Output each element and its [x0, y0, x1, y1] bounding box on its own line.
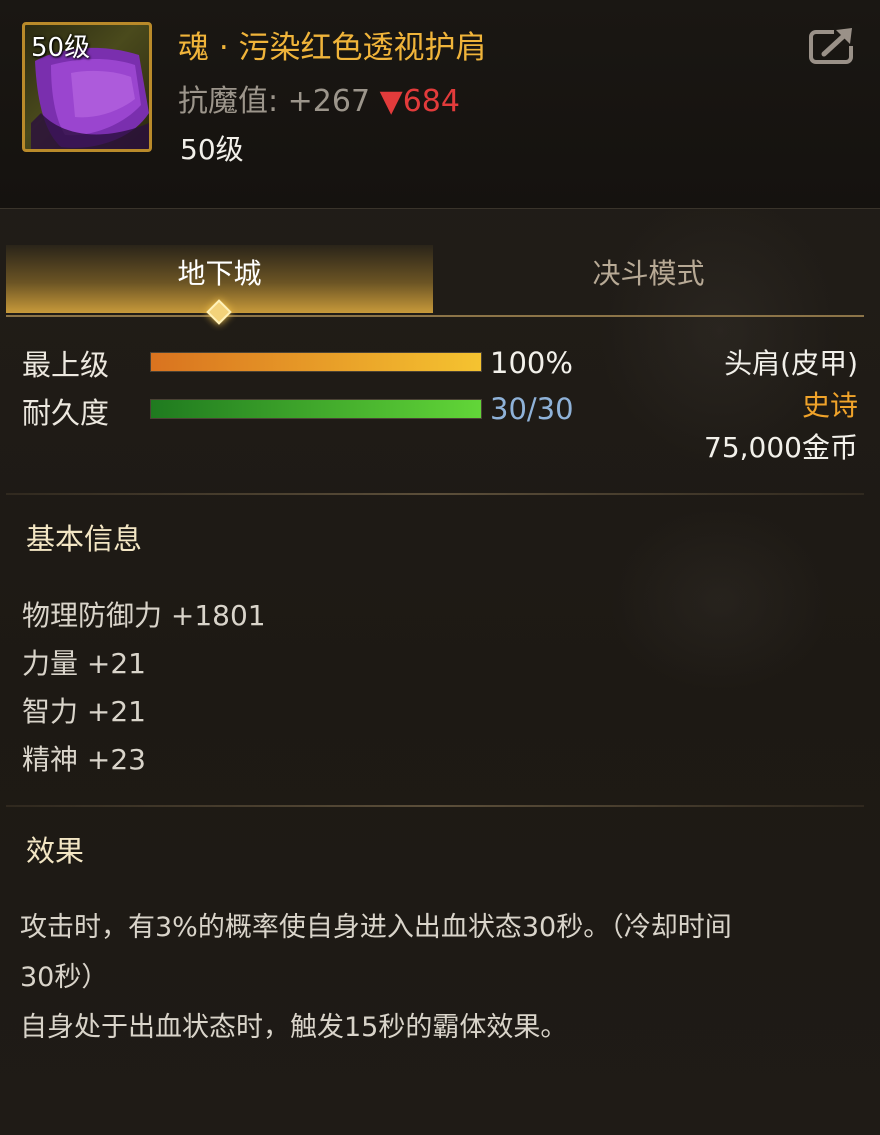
item-icon: 50级 — [22, 22, 152, 152]
effect-line: 自身处于出血状态时，触发15秒的霸体效果。 — [20, 1012, 568, 1043]
equipment-slot-type: 头肩(皮甲) — [724, 347, 858, 380]
item-header: 50级 魂 · 污染红色透视护肩 抗魔值: +267 ▼684 50级 — [0, 0, 880, 209]
stat-line-intelligence: 智力 +21 — [22, 695, 146, 728]
divider — [6, 493, 864, 495]
item-title: 魂 · 污染红色透视护肩 — [178, 30, 487, 66]
mode-tabs: 地下城 决斗模式 — [6, 245, 864, 325]
effect-line: 30秒） — [20, 962, 109, 993]
stat-line-physical-defense: 物理防御力 +1801 — [22, 599, 266, 632]
stat-line-spirit: 精神 +23 — [22, 743, 146, 776]
magic-resist-value: +267 — [287, 84, 371, 119]
stat-line-strength: 力量 +21 — [22, 647, 146, 680]
item-icon-level: 50级 — [31, 33, 91, 63]
effect-line: 攻击时，有3%的概率使自身进入出血状态30秒。（冷却时间 — [20, 912, 732, 943]
item-tooltip-panel: 50级 魂 · 污染红色透视护肩 抗魔值: +267 ▼684 50级 地下城 … — [0, 0, 880, 1135]
tab-duel-mode[interactable]: 决斗模式 — [433, 245, 864, 313]
durability-label: 耐久度 — [22, 396, 110, 430]
rarity-label: 史诗 — [801, 389, 858, 422]
required-level: 50级 — [180, 133, 244, 166]
resist-down-arrow-icon: ▼ — [379, 84, 403, 119]
durability-bar-fill — [151, 400, 481, 418]
share-icon[interactable] — [808, 24, 860, 66]
grade-value: 100% — [490, 346, 573, 380]
basic-info-title: 基本信息 — [26, 522, 143, 556]
grade-bar-fill — [151, 353, 481, 371]
magic-resist-row: 抗魔值: +267 ▼684 — [178, 76, 460, 120]
magic-resist-label: 抗魔值: — [178, 84, 279, 119]
magic-resist-diff: 684 — [402, 84, 460, 119]
sell-price: 75,000金币 — [704, 431, 858, 464]
grade-bar — [150, 352, 482, 372]
grade-label: 最上级 — [22, 348, 110, 382]
durability-value: 30/30 — [490, 392, 574, 426]
durability-bar — [150, 399, 482, 419]
effect-title: 效果 — [26, 834, 85, 868]
divider — [6, 805, 864, 807]
